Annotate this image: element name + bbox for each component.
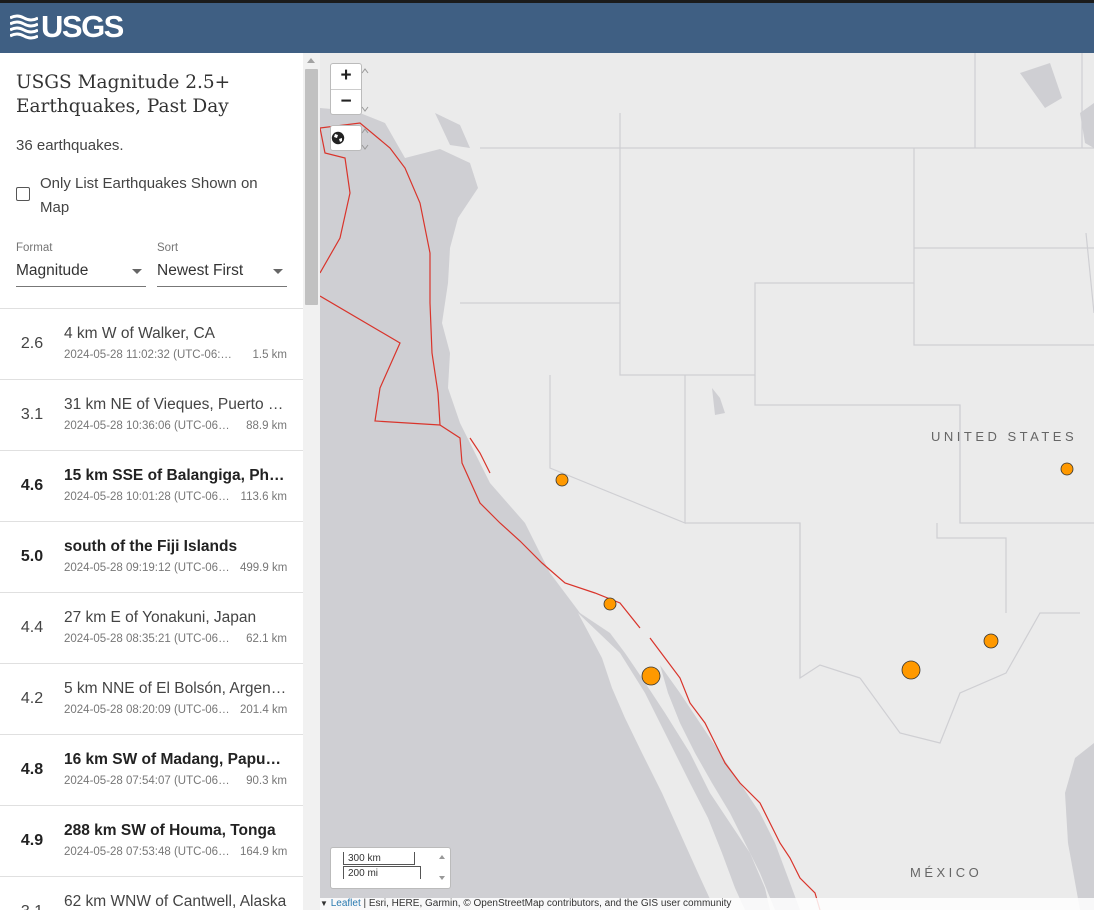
timestamp: 2024-05-28 09:19:12 (UTC-06:00) <box>64 562 232 574</box>
timestamp: 2024-05-28 10:01:28 (UTC-06:00) <box>64 491 232 503</box>
location: south of the Fiji Islands <box>64 538 238 555</box>
earthquake-marker <box>983 633 999 649</box>
chevron-down-icon <box>132 269 142 274</box>
basemap[interactable] <box>320 53 1094 910</box>
location: 27 km E of Yonakuni, Japan <box>64 609 257 626</box>
earthquake-list-item[interactable]: 4.4 27 km E of Yonakuni, Japan 2024-05-28 … <box>0 593 303 664</box>
chevron-down-icon <box>273 269 283 274</box>
earthquake-list-item[interactable]: 5.0 south of the Fiji Islands 2024-05-28 0… <box>0 522 303 593</box>
magnitude: 4.4 <box>20 619 44 636</box>
sort-select[interactable]: Newest First <box>157 258 287 287</box>
timestamp: 2024-05-28 11:02:32 (UTC-06:00) <box>64 349 232 361</box>
scrollbar-thumb[interactable] <box>305 69 318 305</box>
format-select[interactable]: Magnitude <box>16 258 146 287</box>
zoom-spinner-icon <box>361 68 369 112</box>
earthquake-list-panel: USGS Magnitude 2.5+ Earthquakes, Past Da… <box>0 53 303 910</box>
usgs-logo[interactable]: USGS <box>10 9 124 44</box>
earthquake-list-item[interactable]: 3.1 31 km NE of Vieques, Puerto Rico 2024-… <box>0 380 303 451</box>
magnitude: 4.8 <box>20 761 44 778</box>
logo-text: USGS <box>41 9 124 44</box>
depth: 164.9 km <box>240 846 288 858</box>
earthquake-marker <box>641 666 661 686</box>
location: 5 km NNE of El Bolsón, Argentina <box>64 680 288 697</box>
depth: 201.4 km <box>240 704 288 716</box>
depth: 90.3 km <box>246 775 287 787</box>
scale-control: 300 km 200 mi <box>330 847 451 889</box>
zoom-in-button[interactable]: + <box>331 64 361 90</box>
globe-spinner-icon <box>361 128 369 150</box>
earthquake-marker <box>603 597 617 611</box>
only-list-label[interactable]: Only List Earthquakes Shown on Map <box>40 172 290 220</box>
map-attribution: ▼ Leaflet | Esri, HERE, Garmin, © OpenSt… <box>320 898 1094 910</box>
sort-value: Newest First <box>157 262 244 279</box>
site-header: USGS <box>0 0 1094 53</box>
location: 288 km SW of Houma, Tonga <box>64 822 276 839</box>
globe-icon <box>331 131 345 145</box>
zoom-out-button[interactable]: − <box>331 90 361 115</box>
leaflet-link[interactable]: Leaflet <box>331 898 361 909</box>
timestamp: 2024-05-28 07:54:07 (UTC-06:00) <box>64 775 232 787</box>
earthquake-list: 2.6 4 km W of Walker, CA 2024-05-28 11:02:… <box>0 308 303 910</box>
depth: 88.9 km <box>246 420 287 432</box>
magnitude: 4.9 <box>20 832 44 849</box>
earthquake-list-item[interactable]: 4.2 5 km NNE of El Bolsón, Argentina 2024-… <box>0 664 303 735</box>
earthquake-list-item[interactable]: 4.6 15 km SSE of Balangiga, Philippines 20… <box>0 451 303 522</box>
country-label-us: UNITED STATES <box>931 429 1078 444</box>
earthquake-marker <box>1060 462 1074 476</box>
format-label: Format <box>16 242 53 254</box>
depth: 499.9 km <box>240 562 288 574</box>
map-view[interactable]: UNITED STATES MÉXICO + − 300 km 200 mi ▼… <box>320 53 1094 910</box>
list-scrollbar[interactable] <box>303 53 320 910</box>
earthquake-list-item[interactable]: 3.162 km WNW of Cantwell, Alaska <box>0 877 303 910</box>
depth: 62.1 km <box>246 633 287 645</box>
magnitude: 5.0 <box>20 548 44 565</box>
sort-label: Sort <box>157 242 179 254</box>
location: 62 km WNW of Cantwell, Alaska <box>64 893 287 910</box>
list-title: USGS Magnitude 2.5+ Earthquakes, Past Da… <box>16 72 231 117</box>
timestamp: 2024-05-28 10:36:06 (UTC-06:00) <box>64 420 232 432</box>
magnitude: 3.1 <box>20 406 44 423</box>
location: 15 km SSE of Balangiga, Philippines <box>64 467 288 484</box>
only-list-checkbox[interactable] <box>16 187 30 201</box>
scale-imperial: 200 mi <box>343 866 421 879</box>
browser-strip <box>0 0 1094 3</box>
timestamp: 2024-05-28 07:53:48 (UTC-06:00) <box>64 846 232 858</box>
scale-up-icon <box>439 855 445 859</box>
scale-metric: 300 km <box>343 852 415 865</box>
scale-down-icon <box>439 876 445 880</box>
magnitude: 3.1 <box>0 903 64 910</box>
country-label-mexico: MÉXICO <box>910 865 983 880</box>
earthquake-list-item[interactable]: 2.6 4 km W of Walker, CA 2024-05-28 11:02:… <box>0 309 303 380</box>
timestamp: 2024-05-28 08:35:21 (UTC-06:00) <box>64 633 232 645</box>
depth: 113.6 km <box>240 491 287 503</box>
globe-button[interactable] <box>330 125 362 151</box>
earthquake-count: 36 earthquakes. <box>16 137 124 154</box>
magnitude: 2.6 <box>20 335 44 352</box>
location: 31 km NE of Vieques, Puerto Rico <box>64 396 288 413</box>
format-value: Magnitude <box>16 262 89 279</box>
location: 4 km W of Walker, CA <box>64 325 216 342</box>
timestamp: 2024-05-28 08:20:09 (UTC-06:00) <box>64 704 232 716</box>
depth: 1.5 km <box>252 349 287 361</box>
earthquake-list-item[interactable]: 4.9 288 km SW of Houma, Tonga 2024-05-28 0… <box>0 806 303 877</box>
earthquake-list-item[interactable]: 4.8 16 km SW of Madang, Papua New Guinea 2… <box>0 735 303 806</box>
caret-down-icon[interactable]: ▼ <box>320 899 328 908</box>
magnitude: 4.2 <box>20 690 44 707</box>
magnitude: 4.6 <box>20 477 44 494</box>
scroll-up-icon[interactable] <box>307 58 315 63</box>
usgs-wave-icon <box>10 14 38 40</box>
zoom-control: + − <box>330 63 362 115</box>
earthquake-marker <box>555 473 569 487</box>
attribution-text: | Esri, HERE, Garmin, © OpenStreetMap co… <box>360 898 732 909</box>
earthquake-marker <box>901 660 921 680</box>
location: 16 km SW of Madang, Papua New Guinea <box>64 751 288 768</box>
